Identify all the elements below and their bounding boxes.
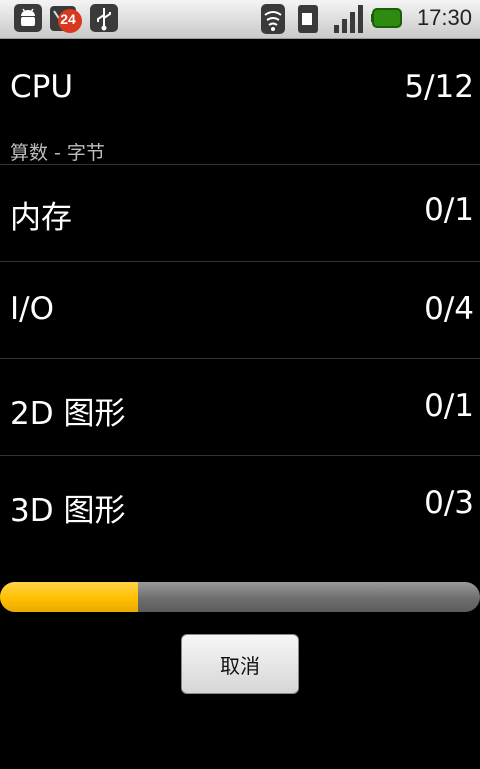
signal-strength-icon <box>334 5 363 33</box>
clock-time: 17:30 <box>416 5 472 30</box>
row-value: 5/12 <box>404 69 474 105</box>
benchmark-row-io: I/O 0/4 <box>0 262 480 359</box>
row-value: 0/1 <box>424 388 474 424</box>
row-label: 2D 图形 <box>10 396 126 432</box>
cpu-subtitle: 算数 - 字节 <box>10 142 105 164</box>
row-value: 0/1 <box>424 192 474 228</box>
row-label: CPU <box>10 69 74 105</box>
row-value: 0/3 <box>424 485 474 521</box>
cancel-button[interactable]: 取消 <box>181 634 299 694</box>
usb-icon <box>90 4 118 32</box>
android-debug-icon <box>14 4 42 32</box>
row-label: 内存 <box>10 200 72 236</box>
sim-card-icon <box>298 5 318 33</box>
row-label: I/O <box>10 291 54 327</box>
status-bar: 24 17:30 <box>0 0 480 39</box>
row-value: 0/4 <box>424 291 474 327</box>
progress-fill <box>0 582 138 612</box>
benchmark-row-2d-graphics: 2D 图形 0/1 <box>0 359 480 456</box>
wifi-icon <box>261 4 285 34</box>
battery-icon <box>371 8 402 28</box>
benchmark-row-3d-graphics: 3D 图形 0/3 <box>0 456 480 552</box>
progress-bar <box>0 582 480 612</box>
row-label: 3D 图形 <box>10 493 126 529</box>
notification-count-badge: 24 <box>60 11 76 27</box>
benchmark-row-memory: 内存 0/1 <box>0 164 480 262</box>
